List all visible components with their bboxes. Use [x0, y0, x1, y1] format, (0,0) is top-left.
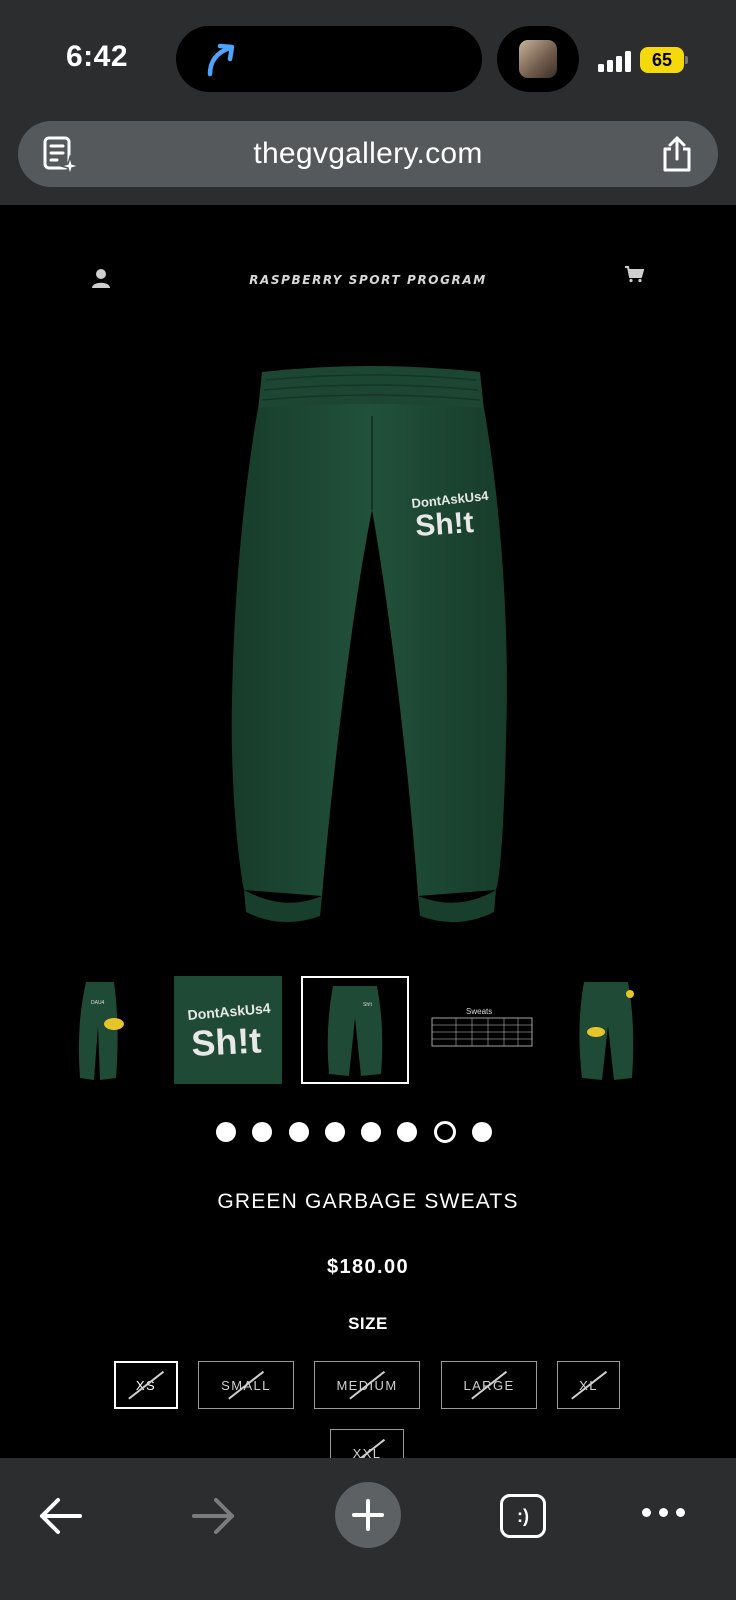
- gallery-dot-3[interactable]: [289, 1122, 309, 1142]
- battery-level: 65: [640, 47, 684, 73]
- svg-text:Sh!t: Sh!t: [190, 1019, 262, 1064]
- now-playing-island[interactable]: [497, 26, 579, 92]
- back-arrow-icon[interactable]: [38, 1496, 84, 1536]
- forward-arrow-icon[interactable]: [190, 1496, 236, 1536]
- thumbnail-strip: DAU4 DontAskUs4 Sh!t Sh!t Sweats: [0, 976, 736, 1086]
- gallery-dot-2[interactable]: [252, 1122, 272, 1142]
- gallery-dot-5[interactable]: [361, 1122, 381, 1142]
- address-bar[interactable]: thegvgallery.com: [18, 121, 718, 187]
- site-header: RASPBERRY SPORT PROGRAM: [0, 205, 736, 345]
- gallery-pagination: [0, 1121, 736, 1144]
- product-title: GREEN GARBAGE SWEATS: [217, 1190, 519, 1213]
- gallery-dot-6[interactable]: [397, 1122, 417, 1142]
- album-art-icon: [519, 40, 557, 78]
- thumbnail-1[interactable]: DAU4: [46, 976, 154, 1084]
- gallery-dot-7[interactable]: [434, 1121, 456, 1143]
- battery-icon: 65: [640, 47, 688, 73]
- product-image[interactable]: DontAskUs4 Sh!t: [200, 360, 540, 950]
- plus-icon: [352, 1499, 384, 1531]
- thumbnail-2[interactable]: DontAskUs4 Sh!t: [174, 976, 282, 1084]
- dynamic-island: [176, 26, 482, 92]
- svg-text:Sh!t: Sh!t: [414, 506, 474, 543]
- size-option-xs[interactable]: XS: [114, 1361, 178, 1409]
- gallery-dot-4[interactable]: [325, 1122, 345, 1142]
- status-time: 6:42: [66, 40, 129, 73]
- thumbnail-3[interactable]: Sh!t: [301, 976, 409, 1084]
- browser-top-bar: 6:42 65 thegvgallery.com: [0, 0, 736, 205]
- svg-text:Sweats: Sweats: [466, 1007, 492, 1016]
- cart-icon[interactable]: [624, 265, 644, 283]
- size-option-small[interactable]: SMALL: [198, 1361, 294, 1409]
- cellular-signal-icon: [598, 50, 632, 72]
- thumbnail-4-size-chart[interactable]: Sweats: [428, 976, 536, 1084]
- gallery-dot-1[interactable]: [216, 1122, 236, 1142]
- size-label: SIZE: [348, 1314, 388, 1333]
- url-text[interactable]: thegvgallery.com: [18, 121, 718, 187]
- share-icon[interactable]: [660, 135, 694, 173]
- tabs-button[interactable]: :): [500, 1494, 546, 1538]
- svg-text:Sh!t: Sh!t: [363, 1002, 373, 1008]
- product-price: $180.00: [326, 1256, 410, 1278]
- size-option-xl[interactable]: XL: [557, 1361, 620, 1409]
- navigation-arrow-icon: [207, 43, 235, 77]
- size-option-medium[interactable]: MEDIUM: [314, 1361, 420, 1409]
- size-option-large[interactable]: LARGE: [441, 1361, 537, 1409]
- browser-bottom-toolbar: :): [0, 1458, 736, 1600]
- new-tab-button[interactable]: [335, 1482, 401, 1548]
- svg-text:DAU4: DAU4: [91, 1000, 105, 1006]
- more-options-icon[interactable]: [642, 1508, 686, 1522]
- thumbnail-5[interactable]: [556, 976, 664, 1084]
- gallery-dot-8[interactable]: [472, 1122, 492, 1142]
